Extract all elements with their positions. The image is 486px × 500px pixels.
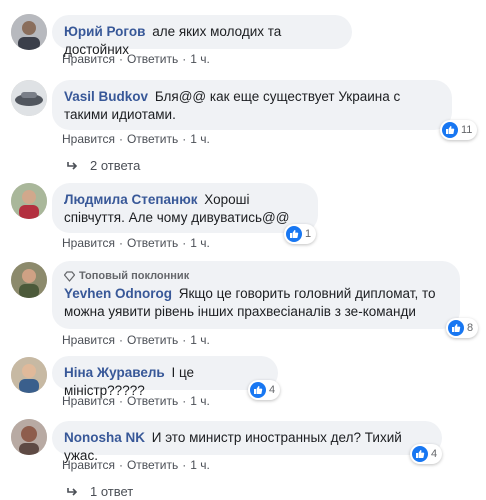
separator: ·: [182, 52, 187, 66]
comment-bubble: Юрий Рогов але яких молодих та достойних: [52, 15, 352, 57]
reply-link[interactable]: Ответить: [127, 333, 178, 347]
comment-bubble: Людмила Степанюк Хороші співчуття. Але ч…: [52, 183, 318, 233]
replies-count[interactable]: 1 ответ: [90, 484, 133, 499]
separator: ·: [182, 458, 187, 472]
comment-bubble: Топовый поклонник Yevhen Odnorog Якщо це…: [52, 261, 460, 329]
comment-actions: Нравится · Ответить · 1 ч.: [62, 236, 210, 250]
comment-bubble: Vasil Budkov Бля@@ как еще существует Ук…: [52, 80, 452, 130]
reaction-count[interactable]: 4: [410, 444, 443, 464]
like-link[interactable]: Нравится: [62, 458, 115, 472]
comment-author[interactable]: Людмила Степанюк: [64, 192, 197, 207]
timestamp[interactable]: 1 ч.: [190, 333, 210, 347]
separator: ·: [118, 394, 123, 408]
separator: ·: [182, 132, 187, 146]
reply-link[interactable]: Ответить: [127, 52, 178, 66]
reply-link[interactable]: Ответить: [127, 394, 178, 408]
avatar[interactable]: [11, 357, 47, 393]
thumbs-up-icon: [442, 122, 458, 138]
reaction-number: 11: [461, 124, 473, 136]
comment-actions: Нравится · Ответить · 1 ч.: [62, 394, 210, 408]
badge-label: Топовый поклонник: [79, 270, 190, 282]
comment-actions: Нравится · Ответить · 1 ч.: [62, 458, 210, 472]
like-link[interactable]: Нравится: [62, 236, 115, 250]
reply-link[interactable]: Ответить: [127, 458, 178, 472]
reaction-number: 4: [269, 384, 276, 396]
like-link[interactable]: Нравится: [62, 394, 115, 408]
like-link[interactable]: Нравится: [62, 333, 115, 347]
thumbs-up-icon: [412, 446, 428, 462]
reaction-count[interactable]: 11: [440, 120, 478, 140]
comment-author[interactable]: Юрий Рогов: [64, 24, 145, 39]
comment-author[interactable]: Vasil Budkov: [64, 89, 148, 104]
separator: ·: [182, 333, 187, 347]
avatar[interactable]: [11, 80, 47, 116]
reaction-count[interactable]: 8: [446, 318, 479, 338]
avatar[interactable]: [11, 262, 47, 298]
avatar[interactable]: [11, 419, 47, 455]
reaction-count[interactable]: 4: [248, 380, 281, 400]
separator: ·: [118, 52, 123, 66]
reaction-count[interactable]: 1: [284, 224, 317, 244]
timestamp[interactable]: 1 ч.: [190, 458, 210, 472]
timestamp[interactable]: 1 ч.: [190, 394, 210, 408]
diamond-icon: [64, 270, 75, 282]
reply-link[interactable]: Ответить: [127, 236, 178, 250]
reply-arrow-icon: [67, 161, 78, 170]
comment-author[interactable]: Nonosha NK: [64, 430, 145, 445]
view-replies-link[interactable]: 1 ответ: [66, 484, 133, 499]
separator: ·: [118, 132, 123, 146]
timestamp[interactable]: 1 ч.: [190, 52, 210, 66]
like-link[interactable]: Нравится: [62, 52, 115, 66]
timestamp[interactable]: 1 ч.: [190, 132, 210, 146]
avatar[interactable]: [11, 183, 47, 219]
thumbs-up-icon: [250, 382, 266, 398]
reaction-number: 1: [305, 228, 312, 240]
replies-count[interactable]: 2 ответа: [90, 158, 140, 173]
separator: ·: [182, 394, 187, 408]
reply-arrow-icon: [67, 487, 78, 496]
thumbs-up-icon: [448, 320, 464, 336]
separator: ·: [118, 333, 123, 347]
separator: ·: [118, 458, 123, 472]
top-fan-badge: Топовый поклонник: [64, 269, 448, 283]
comment-actions: Нравится · Ответить · 1 ч.: [62, 333, 210, 347]
comment-bubble: Ніна Журавель І це міністр?????: [52, 356, 278, 398]
view-replies-link[interactable]: 2 ответа: [66, 158, 140, 173]
comment-bubble: Nonosha NK И это министр иностранных дел…: [52, 421, 442, 463]
reaction-number: 8: [467, 322, 474, 334]
reply-link[interactable]: Ответить: [127, 132, 178, 146]
comment-author[interactable]: Ніна Журавель: [64, 365, 165, 380]
comment-author[interactable]: Yevhen Odnorog: [64, 286, 172, 301]
timestamp[interactable]: 1 ч.: [190, 236, 210, 250]
reaction-number: 4: [431, 448, 438, 460]
separator: ·: [182, 236, 187, 250]
thumbs-up-icon: [286, 226, 302, 242]
like-link[interactable]: Нравится: [62, 132, 115, 146]
comment-actions: Нравится · Ответить · 1 ч.: [62, 132, 210, 146]
comment-actions: Нравится · Ответить · 1 ч.: [62, 52, 210, 66]
separator: ·: [118, 236, 123, 250]
avatar[interactable]: [11, 14, 47, 50]
